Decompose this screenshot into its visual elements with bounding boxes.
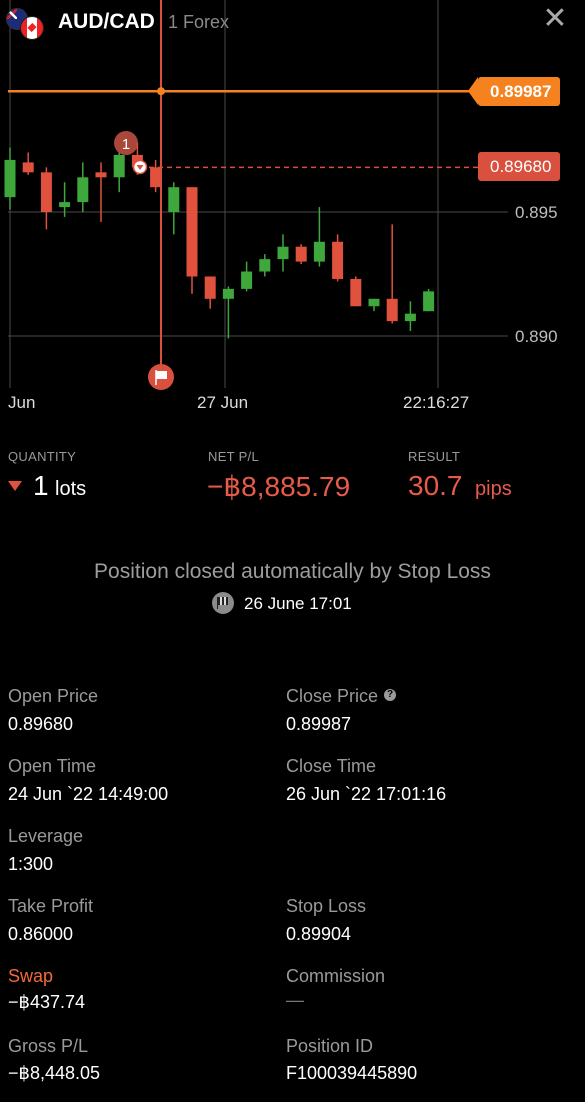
candle-body: [40, 172, 52, 212]
candle-body: [113, 154, 125, 178]
y-tick-label: 0.895: [515, 203, 558, 222]
stop-loss-label: Stop Loss: [286, 896, 367, 916]
quantity-unit: lots: [55, 478, 87, 500]
candle-body: [386, 298, 398, 322]
close-point-marker: [157, 87, 165, 96]
stop-loss-value: 0.89904: [286, 924, 352, 944]
close-icon[interactable]: ✕: [538, 4, 572, 34]
candle-body: [277, 246, 289, 260]
position-id-label: Position ID: [286, 1036, 374, 1056]
close-time-value: 26 Jun `22 17:01:16: [286, 784, 447, 804]
instrument-name: AUD/CAD: [58, 10, 155, 33]
open-price-label: Open Price: [8, 686, 99, 706]
candle-body: [168, 187, 180, 212]
candle-body: [186, 187, 198, 277]
gross-pl-label: Gross P/L: [8, 1036, 89, 1056]
x-tick-label: Jun: [8, 393, 36, 412]
close-time-label: Close Time: [286, 756, 377, 776]
closed-date: 26 June 17:01: [244, 594, 352, 613]
close-price-value: 0.89987: [286, 714, 352, 734]
closed-message: Position closed automatically by Stop Lo…: [94, 560, 491, 583]
close-price-tag: 0.89987: [467, 77, 561, 106]
quantity-label: QUANTITY: [8, 449, 77, 464]
candle-body: [22, 162, 34, 173]
checkered-flag-icon: [212, 592, 234, 614]
leverage-label: Leverage: [8, 826, 84, 846]
candle-body: [368, 298, 380, 307]
open-order-marker-label: 1: [122, 136, 130, 153]
result-unit: pips: [475, 478, 512, 500]
swap-value: −฿437.74: [8, 992, 86, 1012]
candle-body: [332, 241, 344, 279]
net-pl-label: NET P/L: [208, 449, 259, 464]
close-price-label: Close Price?: [286, 686, 397, 707]
candle-body: [404, 313, 416, 322]
candle-body: [241, 271, 253, 289]
close-price-label-text: Close Price: [286, 686, 379, 706]
leverage-value: 1:300: [8, 854, 54, 874]
candle-body: [77, 177, 89, 203]
close-flag-cloth: [156, 371, 167, 379]
commission-label: Commission: [286, 966, 386, 986]
x-tick-label: 27 Jun: [197, 393, 249, 412]
canada-flag-icon: [20, 16, 44, 40]
take-profit-label: Take Profit: [8, 896, 94, 916]
candle-body: [350, 278, 362, 307]
commission-value: —: [286, 990, 304, 1010]
candle-body: [204, 276, 216, 299]
candle-body: [4, 159, 16, 198]
candle-body: [95, 172, 107, 178]
candle-body: [259, 259, 271, 272]
open-price-tag: 0.89680: [478, 152, 561, 181]
help-icon[interactable]: ?: [384, 689, 397, 702]
candle-body: [423, 291, 435, 312]
candle-body: [150, 167, 162, 188]
header: AUD/CAD 1 Forex ✕: [0, 0, 585, 46]
result-label: RESULT: [408, 449, 461, 464]
price-chart[interactable]: 1: [0, 0, 585, 420]
position-id-value: F100039445890: [286, 1063, 418, 1083]
candle-body: [313, 241, 325, 262]
net-pl-value: −฿8,885.79: [207, 471, 351, 502]
open-price-value: 0.89680: [8, 714, 74, 734]
take-profit-value: 0.86000: [8, 924, 74, 944]
open-time-label: Open Time: [8, 756, 97, 776]
result-value: 30.7: [408, 470, 463, 501]
candle-body: [59, 202, 71, 208]
instrument-category: 1 Forex: [168, 12, 230, 32]
open-time-value: 24 Jun `22 14:49:00: [8, 784, 169, 804]
candle-body: [222, 288, 234, 299]
y-tick-label: 0.890: [515, 327, 558, 346]
sell-direction-icon: [8, 481, 22, 491]
x-tick-label: 22:16:27: [403, 393, 470, 412]
candle-body: [295, 246, 307, 262]
swap-label[interactable]: Swap: [8, 966, 53, 987]
quantity-value: 1: [33, 470, 49, 501]
gross-pl-value: −฿8,448.05: [8, 1063, 101, 1083]
